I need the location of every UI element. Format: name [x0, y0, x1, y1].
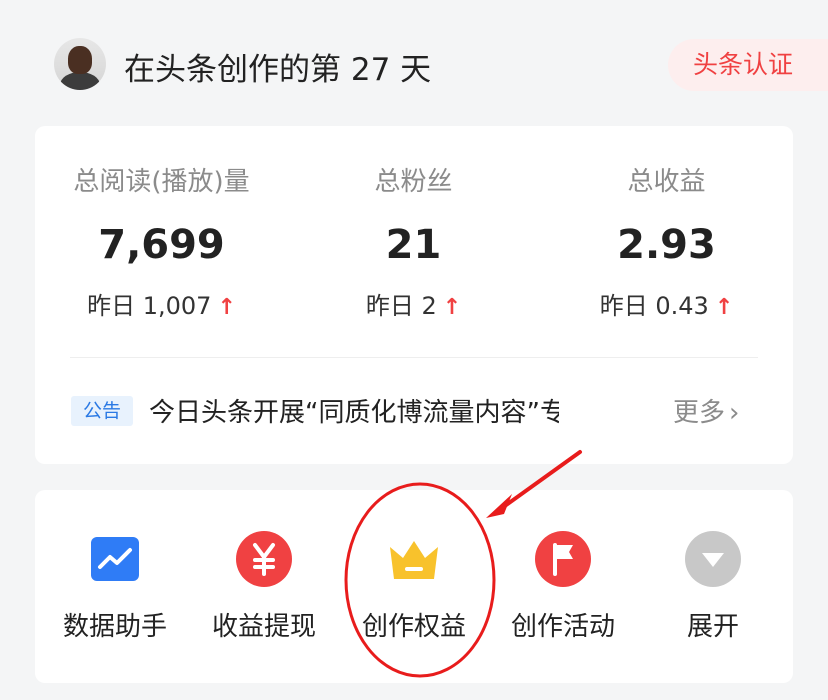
stat-value: 21: [385, 222, 442, 268]
tool-label: 创作活动: [510, 612, 615, 642]
stat-yesterday-text: 昨日 0.43: [599, 292, 709, 320]
chevron-right-icon: ›: [729, 398, 740, 428]
tool-label: 创作权益: [361, 612, 466, 642]
header: 在头条创作的第 27 天 头条认证: [0, 0, 828, 125]
stat-value: 2.93: [617, 222, 716, 268]
up-arrow-icon: ↑: [217, 295, 236, 320]
tool-label: 展开: [686, 612, 739, 642]
avatar[interactable]: [54, 38, 106, 90]
stat-yesterday-text: 昨日 2: [365, 292, 437, 320]
notice-more-label: 更多: [673, 398, 726, 428]
tool-label: 数据助手: [62, 612, 167, 642]
notice-text[interactable]: 今日头条开展“同质化博流量内容”专...: [149, 392, 559, 429]
stat-yesterday: 昨日 0.43 ↑: [540, 286, 793, 321]
tool-label: 收益提现: [211, 612, 316, 642]
up-arrow-icon: ↑: [714, 295, 734, 320]
crown-icon: [390, 541, 438, 579]
chevron-down-icon: [685, 531, 741, 587]
notice-more-link[interactable]: 更多 ›: [673, 392, 739, 429]
chart-icon: [91, 537, 139, 581]
tools-card: 数据助手 收益提现 创作权益 创作活动 展开: [35, 490, 793, 683]
up-arrow-icon: ↑: [442, 295, 462, 320]
avatar-head: [68, 46, 92, 74]
stat-label: 总收益: [627, 167, 706, 197]
stat-yesterday: 昨日 2 ↑: [287, 286, 540, 321]
stat-label: 总阅读(播放)量: [73, 167, 250, 197]
avatar-shoulder: [60, 72, 100, 90]
creator-days-title: 在头条创作的第 27 天: [124, 52, 432, 88]
toutiao-certification-badge[interactable]: 头条认证: [668, 39, 828, 91]
stat-yesterday-text: 昨日 1,007: [87, 292, 212, 320]
flag-icon: [535, 531, 591, 587]
notice-tag: 公告: [71, 396, 133, 426]
stat-label: 总粉丝: [374, 167, 453, 197]
stats-card: 总阅读(播放)量 7,699 昨日 1,007 ↑ 总粉丝 21 昨日 2 ↑ 总收…: [35, 126, 793, 464]
stat-yesterday: 昨日 1,007 ↑: [35, 286, 288, 321]
divider: [70, 357, 758, 358]
stat-value: 7,699: [98, 222, 225, 268]
yuan-icon: [236, 531, 292, 587]
